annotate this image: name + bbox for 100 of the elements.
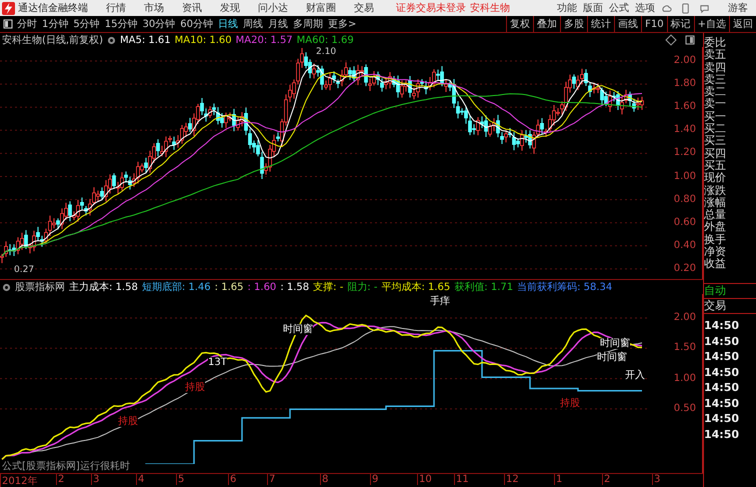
period-tab[interactable]: 更多> (328, 17, 356, 31)
quote-label: 卖一 (704, 98, 727, 111)
price-axis-label: 1.40 (674, 124, 696, 136)
quote-label: 总量 (704, 209, 727, 222)
quote-label: 买五 (704, 160, 727, 172)
date-axis-label: 7 (267, 474, 276, 485)
quote-label: 涨跌 (704, 184, 727, 197)
quote-label: 换手 (704, 234, 727, 246)
trade-title: 交易 (704, 299, 756, 314)
price-axis-label: 0.40 (674, 240, 696, 251)
quote-label: 卖二 (704, 86, 727, 98)
panel-toggle-icon[interactable] (685, 35, 695, 45)
phone-icon[interactable] (680, 2, 691, 14)
indicator-value: 当前获利筹码: 58.34 (517, 280, 612, 294)
trade-mode-label: 自动 (704, 284, 756, 299)
indicator-value: 支撑: - (313, 280, 344, 294)
quote-label: 委比 (704, 37, 727, 49)
moving-average-value: MA60: 1.69 (296, 34, 354, 46)
date-axis-label: 10 (417, 474, 432, 485)
date-axis-label: 6 (228, 474, 236, 485)
price-axis-label: 1.60 (674, 101, 696, 112)
signal-label: 时间窗 (597, 352, 627, 363)
trade-time: 14:50 (704, 411, 740, 426)
date-axis-label: 2 (56, 474, 64, 485)
indicator-axis-label: 0.50 (674, 402, 696, 414)
logo-icon (2, 2, 15, 14)
period-tab[interactable]: 分时 (17, 17, 37, 31)
quote-label: 买三 (704, 135, 727, 148)
moving-average-value: MA5: 1.61 (120, 34, 171, 46)
price-axis-label: 1.80 (674, 78, 696, 90)
notice-text[interactable]: 证券交易未登录 (396, 1, 466, 15)
price-axis-label: 2.00 (674, 55, 696, 66)
indicator-name: 股票指标网 (15, 280, 65, 294)
user-label[interactable]: 游客 (728, 1, 748, 15)
app-title: 通达信金融终端 (18, 2, 88, 15)
menu-item[interactable]: 问小达 (258, 1, 288, 15)
indicator-axis-label: 2.00 (674, 312, 696, 323)
settings-icon[interactable] (106, 36, 116, 44)
stock-title: 安科生物(日线,前复权) (2, 34, 103, 47)
period-tab[interactable]: 5分钟 (73, 17, 100, 31)
signal-label: 持股 (185, 382, 205, 393)
low-price-label: 0.27 (14, 265, 34, 275)
period-tab[interactable]: 月线 (268, 17, 288, 31)
period-tab[interactable]: 60分钟 (180, 17, 213, 31)
date-axis-label: 4 (136, 474, 144, 485)
quote-label: 卖五 (704, 49, 727, 62)
menu-item[interactable]: 市场 (144, 1, 164, 15)
signal-label: 持股 (560, 398, 580, 409)
settings-icon[interactable] (2, 282, 11, 292)
high-price-label: 2.10 (316, 47, 336, 57)
period-tab[interactable]: 30分钟 (142, 17, 176, 31)
trade-time: 14:50 (704, 396, 740, 411)
menu-item[interactable]: 行情 (106, 1, 126, 15)
menu-item[interactable]: 资讯 (182, 1, 202, 15)
signal-label: 时间窗 (283, 324, 313, 335)
menu-item[interactable]: 财富圈 (306, 1, 336, 15)
price-axis-label: 0.20 (674, 262, 696, 274)
period-tab[interactable]: 1分钟 (42, 17, 68, 31)
price-axis-label: 0.80 (674, 194, 696, 205)
indicator-value: : 1.60 (247, 282, 276, 292)
cloud-icon[interactable] (661, 2, 672, 14)
indicator-axis-label: 1.00 (674, 372, 696, 384)
quote-label: 现价 (704, 172, 727, 185)
date-axis-label: 12 (504, 474, 519, 485)
quote-label: 收益 (704, 258, 727, 271)
status-text: 公式[股票指标网]运行很耗时 (2, 460, 130, 473)
date-axis-label: 2 (602, 474, 610, 485)
notice-text[interactable]: 安科生物 (470, 1, 510, 15)
signal-label: 开入 (625, 370, 645, 381)
period-tab[interactable]: 周线 (242, 17, 263, 31)
menu-item[interactable]: 发现 (220, 1, 240, 15)
signal-label: 持股 (118, 416, 138, 427)
indicator-value: 平均成本: 1.65 (381, 280, 450, 294)
date-axis-label: 2012年 (0, 474, 38, 487)
menu-item[interactable]: 功能 (557, 1, 577, 15)
quote-label: 净资 (704, 246, 727, 258)
moving-average-value: MA20: 1.57 (236, 34, 293, 46)
panel-toggle-icon[interactable] (3, 19, 13, 29)
trade-time: 14:50 (704, 380, 740, 396)
price-axis-label: 1.20 (674, 147, 696, 158)
price-axis-label: 0.60 (674, 216, 696, 228)
menu-item[interactable]: 公式 (609, 1, 629, 15)
indicator-axis-label: 1.50 (674, 342, 696, 354)
menu-item[interactable]: 选项 (635, 1, 655, 15)
period-tab[interactable]: 15分钟 (104, 17, 138, 31)
indicator-value: : 1.65 (214, 282, 244, 292)
date-axis-label: 3 (652, 474, 660, 485)
period-tab[interactable]: 日线 (218, 17, 238, 31)
menu-item[interactable]: 版面 (583, 1, 603, 15)
quote-label: 买四 (704, 148, 727, 160)
quote-label: 卖四 (704, 62, 727, 74)
period-tab[interactable]: 多周期 (292, 17, 323, 31)
menu-item[interactable]: 交易 (354, 1, 374, 15)
toolbar-button[interactable]: +自选 (694, 16, 729, 32)
date-axis-label: 11 (454, 474, 469, 485)
quote-label: 买一 (704, 110, 727, 123)
indicator-value: 主力成本: 1.58 (69, 280, 138, 294)
quote-label: 外盘 (704, 221, 727, 234)
message-icon[interactable] (699, 2, 710, 14)
price-axis-label: 1.00 (674, 170, 696, 182)
